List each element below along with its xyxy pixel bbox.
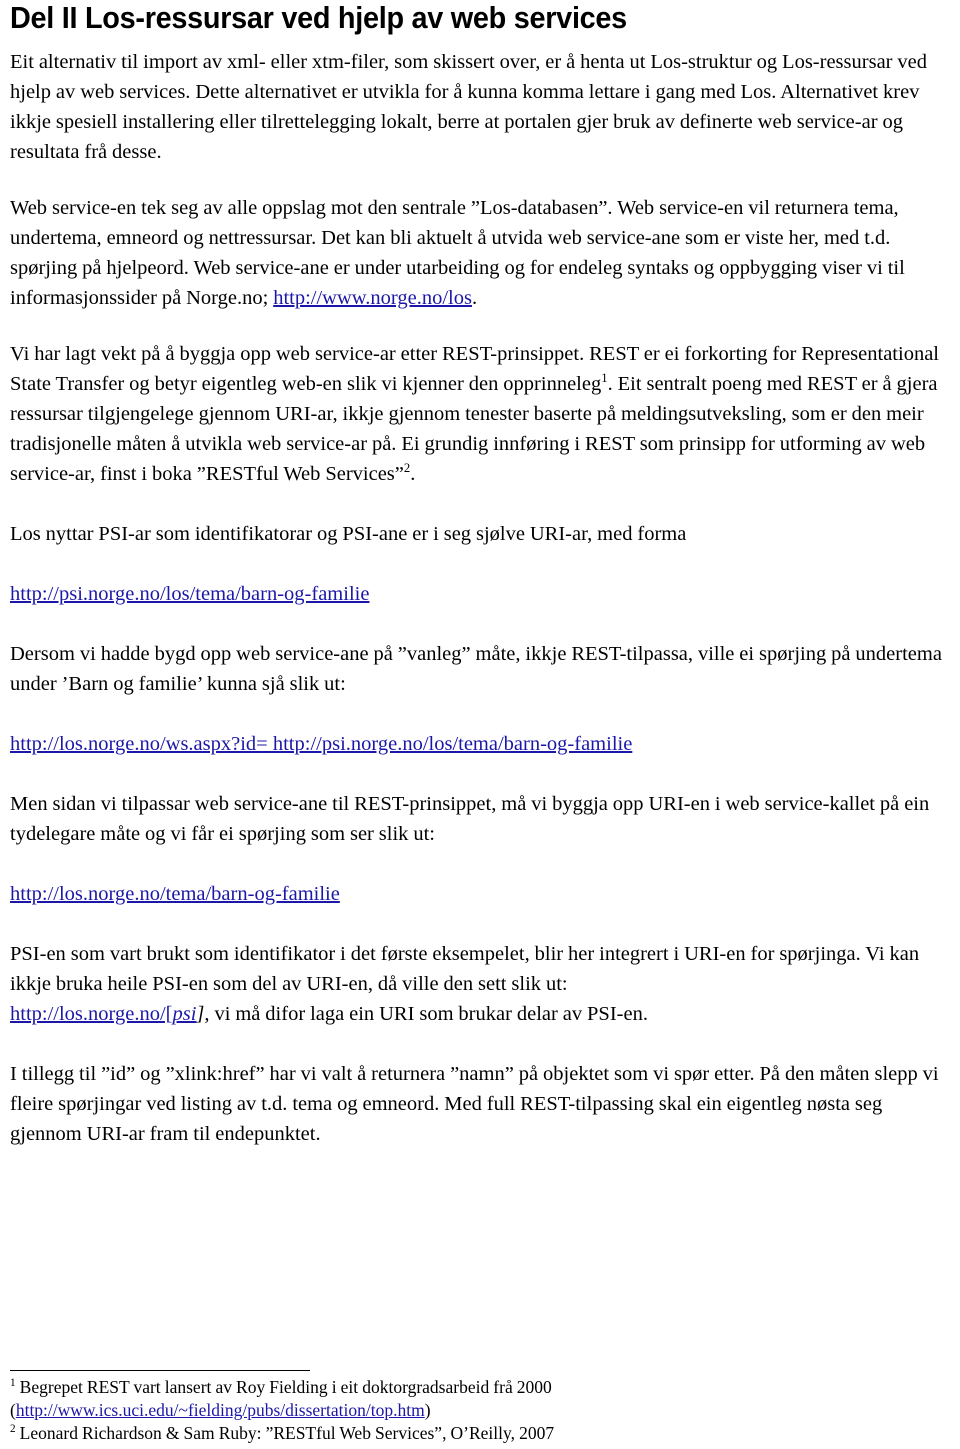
footnote-1: 1 Begrepet REST vart lansert av Roy Fiel… [10, 1376, 950, 1422]
footnote-separator [10, 1370, 310, 1371]
paragraph-psi-intro: Los nyttar PSI-ar som identifikatorar og… [10, 523, 687, 545]
url-example-los-tema: http://los.norge.no/tema/barn-og-familie [10, 879, 950, 909]
paragraph-psi-uri: PSI-en som vart brukt som identifikator … [10, 939, 950, 1029]
footnote-2: 2 Leonard Richardson & Sam Ruby: ”RESTfu… [10, 1422, 950, 1445]
paragraph-rest-text-3: . [410, 463, 416, 485]
paragraph-intro: Eit alternativ til import av xml- eller … [10, 51, 928, 163]
paragraph-rest-tilpassa: Men sidan vi tilpassar web service-ane t… [10, 793, 930, 845]
footnote-2-marker: 2 [10, 1423, 16, 1436]
paragraph-rest: Vi har lagt vekt på å byggja opp web ser… [10, 339, 950, 489]
link-los-tema-barn-og-familie[interactable]: http://los.norge.no/tema/barn-og-familie [10, 883, 340, 905]
paragraph-webservice: Web service-en tek seg av alle oppslag m… [10, 193, 950, 313]
paragraph-psi-uri-text: PSI-en som vart brukt som identifikator … [10, 943, 920, 995]
link-los-ws-aspx[interactable]: http://los.norge.no/ws.aspx?id= http://p… [10, 733, 632, 755]
footnote-2-text: Leonard Richardson & Sam Ruby: ”RESTful … [19, 1423, 555, 1443]
footnote-1-marker: 1 [10, 1377, 16, 1390]
paragraph-webservice-tail: . [471, 287, 478, 309]
link-fielding-dissertation[interactable]: http://www.ics.uci.edu/~fielding/pubs/di… [16, 1400, 425, 1420]
link-italic-psi: psi [172, 1003, 197, 1025]
link-prefix: http://los.norge.no/[ [10, 1003, 173, 1025]
link-psi-barn-og-familie[interactable]: http://psi.norge.no/los/tema/barn-og-fam… [10, 583, 369, 605]
url-example-psi: http://psi.norge.no/los/tema/barn-og-fam… [10, 579, 950, 609]
url-example-ws-aspx: http://los.norge.no/ws.aspx?id= http://p… [10, 729, 950, 759]
document-page: Del II Los-ressursar ved hjelp av web se… [0, 0, 960, 1449]
footnote-1-paren-close: ) [424, 1400, 431, 1420]
footnotes-section: 1 Begrepet REST vart lansert av Roy Fiel… [10, 1370, 950, 1445]
paragraph-vanleg-mate: Dersom vi hadde bygd opp web service-ane… [10, 643, 942, 695]
footnote-1-text: Begrepet REST vart lansert av Roy Fieldi… [19, 1377, 552, 1397]
paragraph-xlink-href: I tillegg til ”id” og ”xlink:href” har v… [10, 1063, 939, 1145]
link-los-psi-placeholder[interactable]: http://los.norge.no/[psi [10, 1003, 196, 1025]
page-title: Del II Los-ressursar ved hjelp av web se… [10, 0, 627, 35]
link-norge-no-los[interactable]: http://www.norge.no/los [273, 287, 472, 309]
paragraph-psi-uri-tail: , vi må difor laga ein URI som brukar de… [204, 1003, 648, 1025]
